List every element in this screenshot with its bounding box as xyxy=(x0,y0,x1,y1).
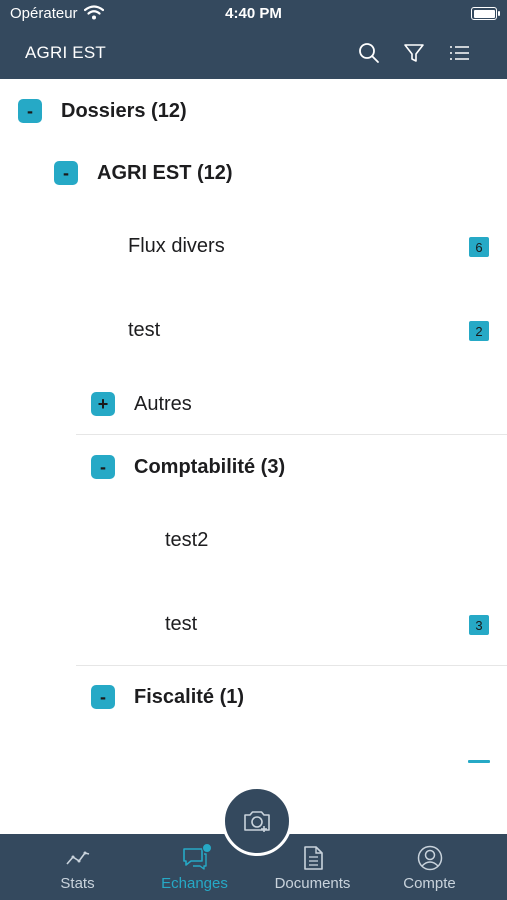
tree-node-label: Autres xyxy=(134,392,192,415)
collapse-toggle[interactable]: - xyxy=(18,99,42,123)
tab-label: Echanges xyxy=(161,875,228,892)
notification-dot xyxy=(202,843,212,853)
search-icon[interactable] xyxy=(357,41,381,65)
tree-node-fiscalite[interactable]: - Fiscalité (1) xyxy=(91,677,244,717)
tree-node-comptabilite[interactable]: - Comptabilité (3) xyxy=(91,447,285,487)
tree-node-dossiers[interactable]: - Dossiers (12) xyxy=(18,91,187,131)
clock: 4:40 PM xyxy=(225,5,282,22)
folder-tree: - Dossiers (12) - AGRI EST (12) Flux div… xyxy=(0,79,507,834)
expand-toggle[interactable]: + xyxy=(91,392,115,416)
tree-leaf-test[interactable]: test xyxy=(165,613,197,636)
camera-add-icon xyxy=(244,811,270,832)
tree-node-label: Fiscalité (1) xyxy=(134,685,245,708)
tree-leaf-test2[interactable]: test2 xyxy=(165,529,208,552)
tree-node-label: AGRI EST (12) xyxy=(97,161,233,184)
list-icon[interactable] xyxy=(448,41,472,65)
collapse-toggle[interactable]: - xyxy=(54,161,78,185)
tab-label: Documents xyxy=(274,875,351,892)
account-icon xyxy=(417,845,442,871)
status-bar: Opérateur 4:40 PM xyxy=(0,0,507,28)
tree-node-label: Comptabilité (3) xyxy=(134,455,286,478)
count-badge: 6 xyxy=(469,237,489,257)
tree-node-label: Dossiers (12) xyxy=(61,99,187,122)
tab-stats[interactable]: Stats xyxy=(14,834,141,900)
battery-icon xyxy=(471,7,500,20)
divider xyxy=(76,665,507,666)
tab-compte[interactable]: Compte xyxy=(366,834,493,900)
collapse-toggle[interactable]: - xyxy=(91,685,115,709)
count-badge: 2 xyxy=(469,321,489,341)
count-badge: 3 xyxy=(469,615,489,635)
stats-icon xyxy=(65,851,89,865)
tree-node-agri-est[interactable]: - AGRI EST (12) xyxy=(54,153,233,193)
tree-leaf-flux-divers[interactable]: Flux divers xyxy=(128,235,225,258)
tree-node-autres[interactable]: + Autres xyxy=(91,384,192,424)
app-header: Opérateur 4:40 PM AGRI EST xyxy=(0,0,507,79)
collapse-toggle[interactable]: - xyxy=(91,455,115,479)
document-icon xyxy=(303,846,323,870)
tab-label: Compte xyxy=(403,875,456,892)
page-title: AGRI EST xyxy=(25,43,106,62)
tree-leaf-test[interactable]: test xyxy=(128,319,160,342)
tab-label: Stats xyxy=(60,875,95,892)
divider xyxy=(76,434,507,435)
camera-add-button[interactable] xyxy=(222,786,292,856)
partial-row-indicator xyxy=(468,760,490,763)
filter-icon[interactable] xyxy=(402,41,426,65)
